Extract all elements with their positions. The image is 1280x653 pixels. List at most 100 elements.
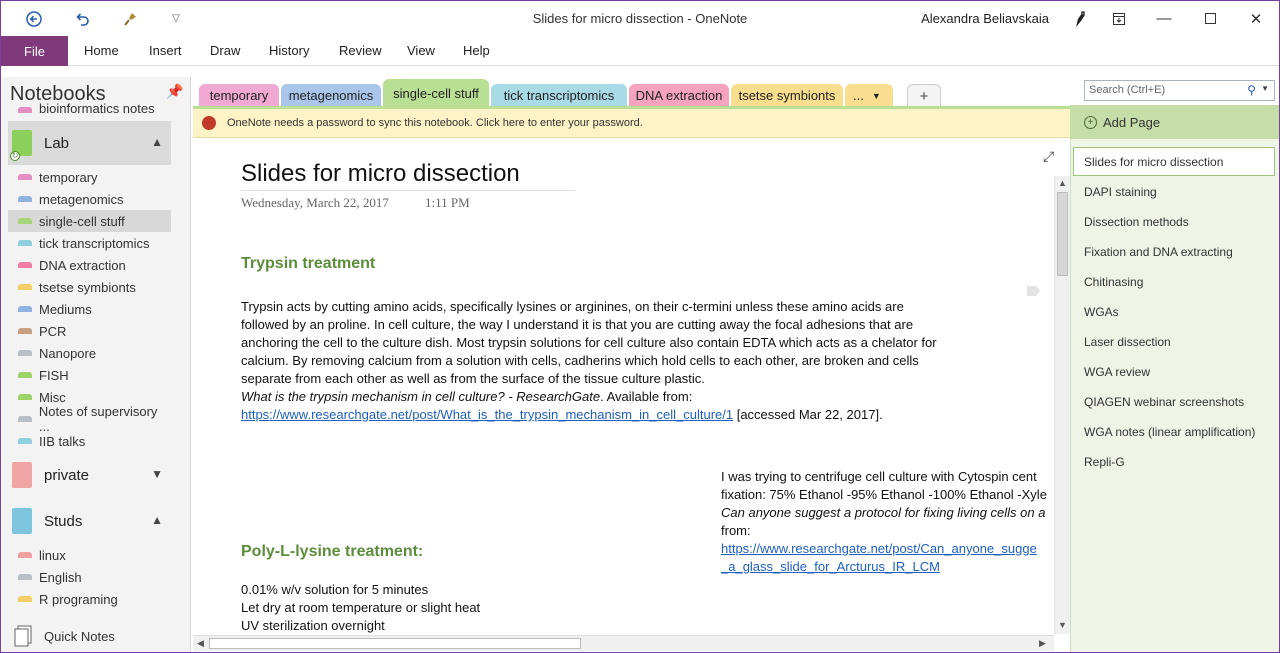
add-page-button[interactable]: + Add Page	[1070, 105, 1279, 139]
section-label: single-cell stuff	[39, 213, 125, 229]
page-item-slides-for-micro-dissection[interactable]: Slides for micro dissection	[1073, 147, 1275, 176]
section-single-cell-stuff[interactable]: single-cell stuff	[8, 210, 171, 232]
vertical-scrollbar[interactable]: ▲ ▼	[1054, 176, 1070, 634]
search-input[interactable]: Search (Ctrl+E) ⚲ ▼	[1084, 80, 1275, 101]
tab-insert[interactable]: Insert	[149, 43, 182, 58]
horizontal-scroll-thumb[interactable]	[209, 638, 581, 649]
section-dna-extraction[interactable]: DNA extraction	[8, 254, 171, 276]
notebook-private[interactable]: private ▼	[8, 453, 171, 497]
page-item-repli-g[interactable]: Repli-G	[1084, 455, 1125, 469]
tab-help[interactable]: Help	[463, 43, 490, 58]
scroll-right-icon[interactable]: ▶	[1039, 638, 1046, 649]
scroll-down-icon[interactable]: ▼	[1058, 620, 1067, 630]
page-item-qiagen-webinar-screenshots[interactable]: QIAGEN webinar screenshots	[1084, 395, 1244, 409]
search-icon[interactable]: ⚲	[1247, 83, 1256, 97]
page-item-wga-notes[interactable]: WGA notes (linear amplification)	[1084, 425, 1255, 439]
password-infobar[interactable]: OneNote needs a password to sync this no…	[193, 109, 1070, 138]
cytospin-link[interactable]: https://www.researchgate.net/post/Can_an…	[721, 541, 1037, 556]
full-page-view-button[interactable]: ⤢	[1043, 148, 1054, 165]
page-item-chitinasing[interactable]: Chitinasing	[1084, 275, 1143, 289]
page-item-laser-dissection[interactable]: Laser dissection	[1084, 335, 1171, 349]
section-linux[interactable]: linux	[8, 544, 171, 566]
pin-pane-button[interactable]: 📌	[166, 83, 183, 100]
vertical-scroll-thumb[interactable]	[1057, 192, 1068, 276]
note-container-handle[interactable]	[1027, 286, 1040, 296]
add-page-icon: +	[1084, 115, 1097, 129]
section-tick-transcriptomics[interactable]: tick transcriptomics	[8, 232, 171, 254]
page-item-fixation-and-dna-extracting[interactable]: Fixation and DNA extracting	[1084, 245, 1233, 259]
page-date: Wednesday, March 22, 2017	[241, 195, 389, 210]
tab-history[interactable]: History	[269, 43, 309, 58]
notebook-lab[interactable]: Lab ▲ ↻	[8, 121, 171, 165]
search-scope-dropdown-icon[interactable]: ▼	[1261, 84, 1269, 93]
section-color-icon	[18, 240, 32, 246]
section-mediums[interactable]: Mediums	[8, 298, 171, 320]
maximize-button[interactable]	[1187, 1, 1233, 36]
section-nanopore[interactable]: Nanopore	[8, 342, 171, 364]
section-label: metagenomics	[39, 191, 124, 207]
back-button[interactable]	[11, 1, 57, 36]
quick-notes-button[interactable]: Quick Notes	[14, 625, 115, 647]
section-color-icon	[18, 328, 32, 334]
note-poly-l-lysine[interactable]: 0.01% w/v solution for 5 minutes Let dry…	[241, 581, 953, 635]
section-r-programing[interactable]: R programing	[8, 588, 171, 610]
notebook-book-icon	[12, 508, 32, 534]
heading-poly-l-lysine[interactable]: Poly-L-lysine treatment:	[241, 543, 423, 561]
page-item-dissection-methods[interactable]: Dissection methods	[1084, 215, 1189, 229]
notebook-studs[interactable]: Studs ▲	[8, 499, 171, 543]
tab-view[interactable]: View	[407, 43, 435, 58]
section-item-partial[interactable]: bioinformatics notes	[18, 101, 155, 115]
chevron-up-icon[interactable]: ▲	[151, 135, 163, 149]
undo-button[interactable]	[59, 1, 105, 36]
customize-qat-dropdown[interactable]: ▽	[153, 1, 199, 36]
section-color-icon	[18, 284, 32, 290]
heading-trypsin[interactable]: Trypsin treatment	[241, 255, 375, 273]
more-sections-button[interactable]: ... ▼	[845, 84, 893, 107]
section-tsetse-symbionts[interactable]: tsetse symbionts	[8, 276, 171, 298]
minimize-button[interactable]: —	[1141, 1, 1187, 36]
page-item-dapi-staining[interactable]: DAPI staining	[1084, 185, 1157, 199]
horizontal-scrollbar[interactable]: ◀ ▶	[193, 635, 1054, 651]
chevron-down-icon[interactable]: ▼	[151, 467, 163, 481]
format-painter-button[interactable]	[107, 1, 153, 36]
chevron-up-icon[interactable]: ▲	[151, 513, 163, 527]
add-section-button[interactable]: +	[907, 84, 941, 107]
tab-section-tsetse-symbionts[interactable]: tsetse symbionts	[731, 84, 843, 107]
section-color-icon	[18, 574, 32, 580]
close-button[interactable]: ✕	[1233, 1, 1279, 36]
tab-home[interactable]: Home	[84, 43, 119, 58]
list-item: UV sterilization overnight	[241, 618, 385, 633]
file-tab[interactable]: File	[1, 36, 68, 66]
tab-review[interactable]: Review	[339, 43, 382, 58]
page-canvas[interactable]: ⤢ Slides for micro dissection Wednesday,…	[193, 138, 1054, 635]
page-item-wgas[interactable]: WGAs	[1084, 305, 1119, 319]
tab-section-dna-extraction[interactable]: DNA extraction	[629, 84, 729, 107]
section-temporary[interactable]: temporary	[8, 166, 171, 188]
tab-section-metagenomics[interactable]: metagenomics	[281, 84, 381, 107]
page-title[interactable]: Slides for micro dissection	[241, 160, 520, 188]
ribbon-display-options-button[interactable]	[1096, 1, 1142, 36]
section-metagenomics[interactable]: metagenomics	[8, 188, 171, 210]
scroll-left-icon[interactable]: ◀	[197, 638, 204, 649]
tab-section-tick-transcriptomics[interactable]: tick transcriptomics	[491, 84, 627, 107]
tab-draw[interactable]: Draw	[210, 43, 240, 58]
cytospin-link-cont[interactable]: _a_glass_slide_for_Arcturus_IR_LCM	[721, 559, 940, 574]
scroll-up-icon[interactable]: ▲	[1058, 178, 1067, 188]
tab-section-single-cell-stuff[interactable]: single-cell stuff	[383, 79, 489, 107]
chevron-down-icon: ▽	[172, 13, 180, 24]
user-name[interactable]: Alexandra Beliavskaia	[921, 11, 1049, 26]
citation-link[interactable]: https://www.researchgate.net/post/What_i…	[241, 407, 733, 422]
section-fish[interactable]: FISH	[8, 364, 171, 386]
note-cytospin[interactable]: I was trying to centrifuge cell culture …	[721, 468, 1054, 576]
section-notes-of-supervisory[interactable]: Notes of supervisory ...	[8, 404, 171, 434]
tab-section-temporary[interactable]: temporary	[199, 84, 279, 107]
section-english[interactable]: English	[8, 566, 171, 588]
section-pcr[interactable]: PCR	[8, 320, 171, 342]
page-item-wga-review[interactable]: WGA review	[1084, 365, 1150, 379]
note-trypsin[interactable]: Trypsin acts by cutting amino acids, spe…	[241, 298, 953, 424]
page-time: 1:11 PM	[425, 195, 470, 210]
section-iib-talks[interactable]: IIB talks	[8, 430, 171, 452]
sync-status-icon: ↻	[10, 151, 20, 161]
section-label: tick transcriptomics	[39, 235, 150, 251]
chevron-down-icon: ▼	[871, 90, 881, 101]
